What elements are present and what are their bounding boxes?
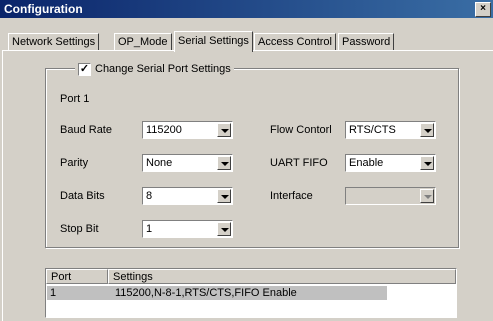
tab-serial-settings[interactable]: Serial Settings [174, 31, 253, 52]
tab-strip: Network Settings OP_Mode Serial Settings… [0, 31, 493, 52]
change-serial-settings-toggle[interactable]: ✓ Change Serial Port Settings [75, 62, 234, 76]
tab-op-mode[interactable]: OP_Mode [114, 33, 172, 51]
tab-access-control[interactable]: Access Control [254, 33, 336, 51]
title-bar: Configuration × [0, 0, 493, 18]
tab-network-settings[interactable]: Network Settings [8, 33, 100, 51]
tab-panel [2, 50, 493, 321]
close-button[interactable]: × [475, 2, 491, 17]
window-title: Configuration [4, 2, 83, 16]
change-serial-settings-label: Change Serial Port Settings [95, 63, 231, 75]
tab-password[interactable]: Password [338, 33, 395, 51]
change-serial-settings-checkbox[interactable]: ✓ [78, 62, 91, 76]
